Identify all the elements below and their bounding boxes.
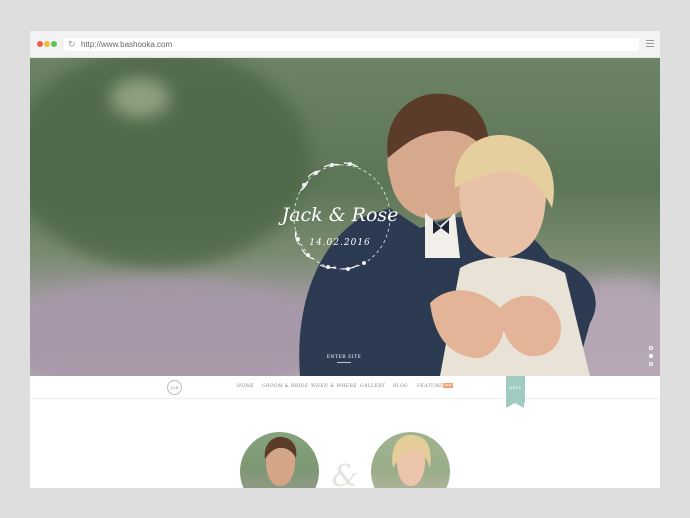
hamburger-menu-icon[interactable] (646, 40, 654, 48)
couple-ampersand: & (331, 459, 359, 488)
slide-pager (649, 346, 654, 370)
wedding-date: 14.02.2016 (309, 238, 371, 248)
enter-site-link[interactable]: ENTER SITE (319, 355, 369, 360)
couple-names-heading: Jack & Rose (281, 204, 399, 226)
browser-window: ↻ http://www.bashooka.com Jack & Rose 14… (30, 31, 660, 488)
features-new-badge: NEW (443, 383, 453, 388)
nav-item-home[interactable]: HOME (237, 384, 254, 389)
enter-site-underline (337, 362, 351, 363)
close-window-dot[interactable] (37, 41, 43, 47)
main-navigation: J&R HOME GROOM & BRIDE WHEN & WHERE GALL… (30, 376, 660, 408)
bride-portrait (371, 432, 450, 488)
nav-item-groom-bride[interactable]: GROOM & BRIDE (262, 384, 308, 389)
rsvp-ribbon-button[interactable]: RSVP (506, 376, 525, 408)
address-bar-url: http://www.bashooka.com (81, 40, 173, 49)
browser-toolbar: ↻ http://www.bashooka.com (30, 31, 660, 58)
slide-dot-1[interactable] (649, 346, 653, 350)
groom-portrait (240, 432, 319, 488)
address-bar[interactable]: ↻ http://www.bashooka.com (64, 38, 639, 51)
nav-item-gallery[interactable]: GALLERY (360, 384, 385, 389)
minimize-window-dot[interactable] (44, 41, 50, 47)
nav-item-blog[interactable]: BLOG (393, 384, 408, 389)
maximize-window-dot[interactable] (51, 41, 57, 47)
slide-dot-3[interactable] (649, 362, 653, 366)
nav-item-when-where[interactable]: WHEN & WHERE (311, 384, 357, 389)
refresh-icon[interactable]: ↻ (68, 39, 76, 50)
nav-item-features[interactable]: FEATURES (417, 384, 446, 389)
slide-dot-2-active[interactable] (649, 354, 653, 358)
monogram-logo[interactable]: J&R (167, 380, 182, 395)
hero-slideshow: Jack & Rose 14.02.2016 ENTER SITE (30, 58, 660, 376)
